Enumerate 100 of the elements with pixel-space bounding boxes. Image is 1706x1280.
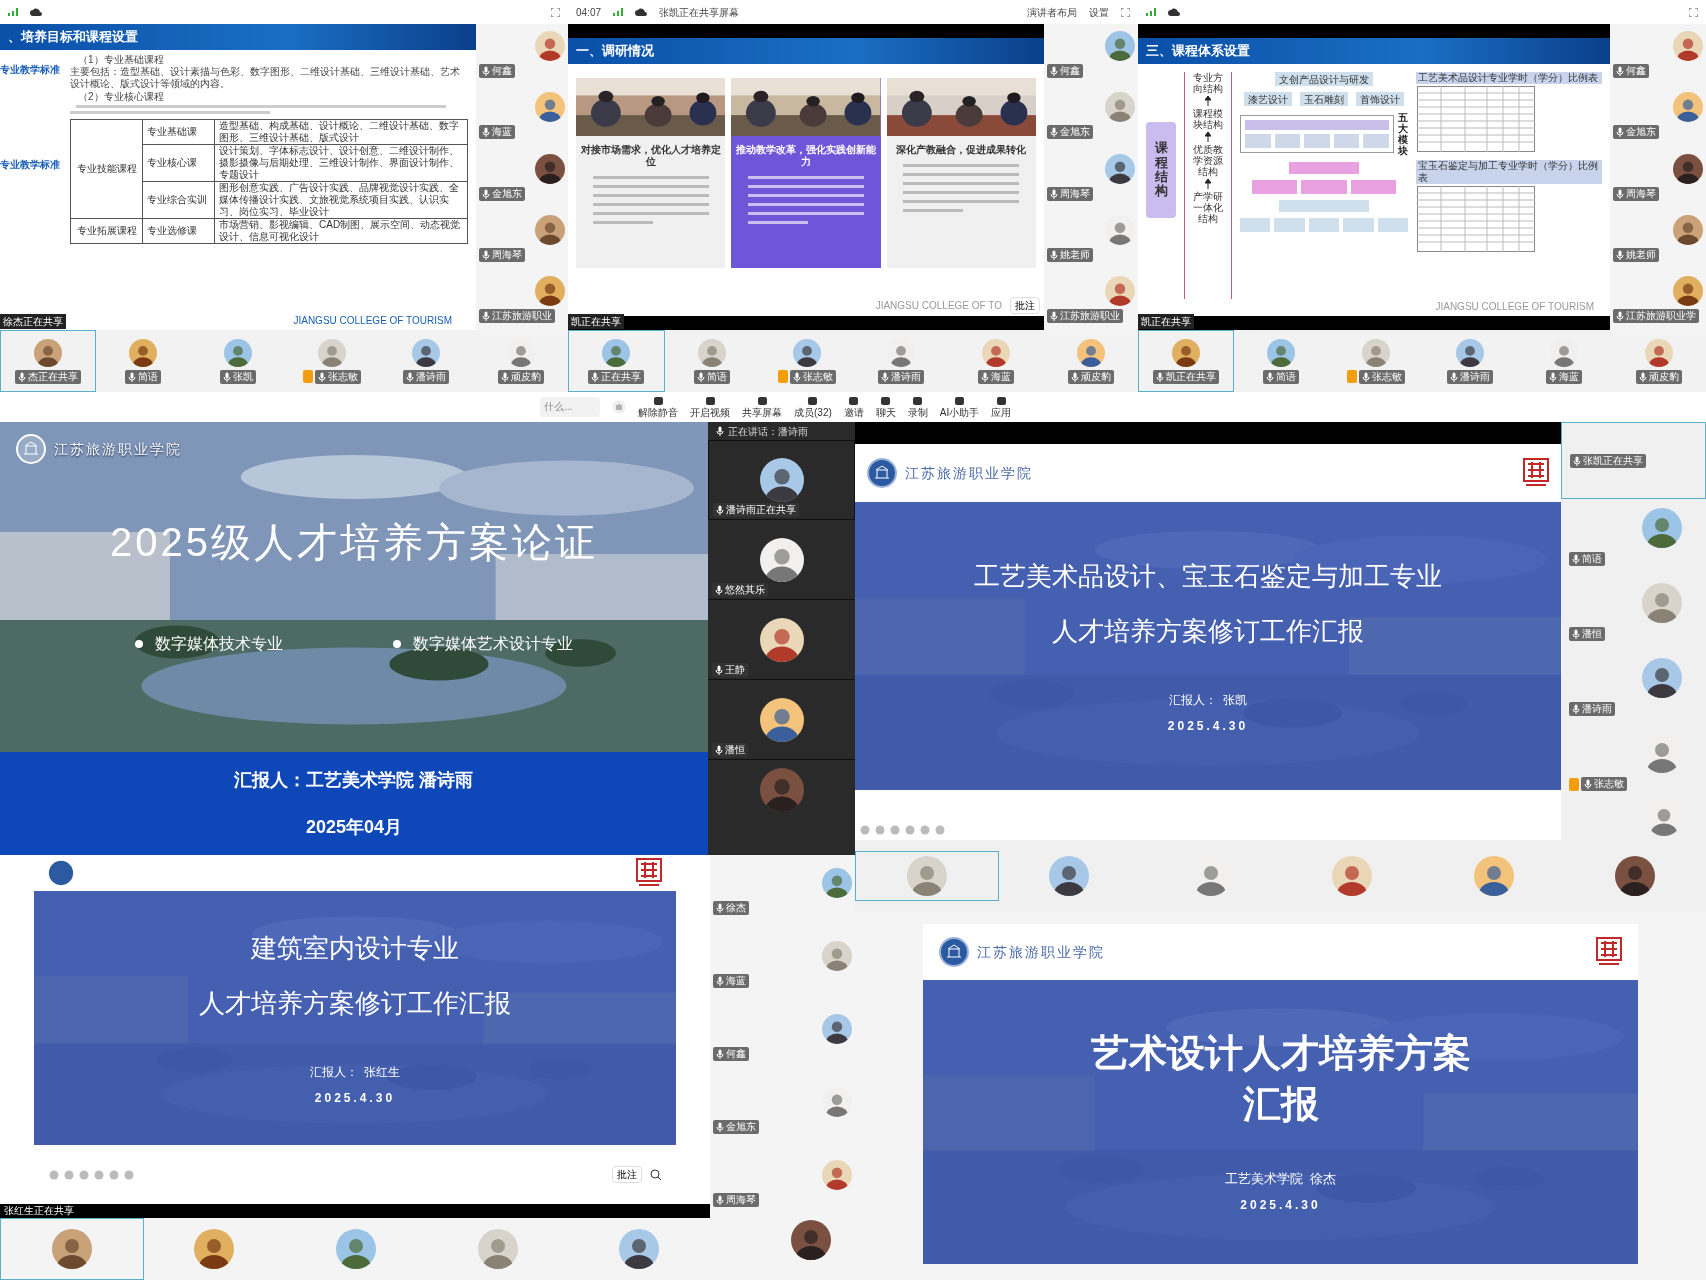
microphone-icon [1616,188,1624,199]
diagram-box: 漆艺设计 [1244,92,1292,106]
avatar [318,338,347,367]
fullscreen-icon[interactable] [551,7,560,17]
sharing-status: 张凯正在共享屏幕 [659,5,740,20]
layout-button[interactable]: 演讲者布局 [1027,4,1077,20]
microphone-icon [1050,127,1058,138]
sharing-status: 凯正在共享 [1138,314,1194,329]
date: 2025.4.30 [1167,718,1249,735]
toolbar-icon [848,396,860,406]
level-label: 课程模块结构 [1192,108,1224,130]
avatar [412,338,441,367]
microphone-icon [792,371,801,382]
card-title: 推动教学改革，强化实践创新能力 [735,144,877,168]
table-title: 工艺美术品设计专业学时（学分）比例表 [1416,72,1602,84]
avatar [1049,856,1090,896]
avatar [1673,92,1703,123]
avatar [1473,856,1514,896]
diagram-box: 玉石雕刻 [1300,92,1348,106]
cloud-icon [30,8,42,16]
avatar [1332,856,1373,896]
slide-title: 人才培养方案修订工作汇报 [199,987,511,1020]
microphone-icon [222,371,231,382]
avatar [792,338,821,367]
speaking-status: 正在讲话：潘诗雨 [728,424,808,439]
table-cell: 市场营销、影视编辑、CAD制图、展示空间、动态视觉设计、信息可视化设计 [214,218,468,244]
major-name: 数字媒体技术专业 [155,634,283,654]
participant-name: 周海琴 [1060,188,1090,199]
toolbar-button[interactable]: 聊天 [875,396,896,418]
participant-name: 周海琴 [726,1195,756,1205]
toolbar-button[interactable]: AI小助手 [939,396,980,418]
diagram-box: 文创产品设计与研发 [1275,72,1373,86]
microphone-icon [1549,371,1558,382]
toolbar-button[interactable]: 录制 [907,396,928,418]
participant-name: 简语 [707,371,727,382]
vertical-label: 五大模块 [1398,112,1408,156]
participant-name: 潘诗雨 [891,371,922,382]
raise-hand-icon[interactable] [612,400,626,414]
zoom-icon[interactable] [650,1168,662,1181]
slide-footer: JIANGSU COLLEGE OF TOURISM [1435,299,1594,314]
microphone-icon [1050,249,1058,260]
microphone-icon [1616,127,1624,138]
microphone-icon [716,1122,724,1132]
participant-name: 张志敏 [1371,371,1402,382]
toolbar-button[interactable]: 共享屏幕 [742,396,782,418]
participant-name: 顽皮豹 [1080,371,1111,382]
participant-name: 张凯 [232,371,253,382]
participant-name: 海蓝 [991,371,1011,382]
participant-name: 海蓝 [1559,371,1580,382]
microphone-icon [1361,371,1370,382]
host-badge-icon [1569,777,1579,791]
microphone-icon [1572,704,1580,715]
slide-title: 、培养目标和课程设置 [0,24,476,50]
microphone-icon [482,66,490,77]
slide-title: 工艺美术品设计、宝玉石鉴定与加工专业 [974,560,1442,593]
sharing-status: 张红生正在共享 [4,1204,74,1218]
diagram-box [1308,218,1340,232]
side-label: 专业教学标准 [0,158,61,172]
school-name: 江苏旅游职业学院 [977,942,1105,962]
participant-name: 何鑫 [1060,66,1080,77]
microphone-icon [591,371,600,382]
avatar [791,1220,831,1260]
sharing-status: 凯正在共享 [568,314,624,329]
participant-name: 江苏旅游职业 [492,310,552,321]
microphone-icon [1616,310,1624,321]
diagram-box [1301,180,1347,194]
avatar [1673,275,1703,306]
participant-name: 江苏旅游职业学 [1626,310,1696,321]
host-badge-icon [1346,370,1357,383]
toolbar-button[interactable]: 解除静音 [638,396,678,418]
fullscreen-icon[interactable] [1121,7,1130,17]
annotate-button[interactable]: 批注 [1010,297,1040,314]
major-name: 数字媒体艺术设计专业 [413,634,573,654]
participant-name: 姚老师 [1626,249,1656,260]
diagram-box [1350,180,1396,194]
microphone-icon [500,371,509,382]
section-heading: （2）专业核心课程 [77,91,165,103]
toolbar-button[interactable]: 开启视频 [690,396,730,418]
avatar [602,338,631,367]
participant-name: 王静 [725,665,745,675]
toolbar-button[interactable]: 成员(32) [794,396,832,418]
settings-button[interactable]: 设置 [1089,4,1109,20]
toolbar-button[interactable]: 应用 [991,396,1012,418]
table-cell: 专业综合实训 [142,181,215,219]
slide-title: 三、课程体系设置 [1138,38,1610,64]
slide-title: 汇报 [1242,1082,1319,1128]
participant-name: 周海琴 [492,249,522,260]
microphone-icon [318,371,327,382]
participant-name: 潘恒 [725,745,745,755]
toolbar-button[interactable]: 邀请 [843,396,864,418]
avatar [822,1160,852,1190]
school-name: 江苏旅游职业学院 [905,463,1033,483]
participant-name: 周海琴 [1626,188,1656,199]
annotate-button[interactable]: 批注 [612,1166,642,1183]
table-cell: 专业技能课程 [70,119,143,219]
side-label: 专业教学标准 [0,63,61,77]
table-cell: 专业基础课 [142,119,215,145]
diagram-box [1245,134,1271,148]
fullscreen-icon[interactable] [1689,7,1698,17]
microphone-icon [1070,371,1079,382]
